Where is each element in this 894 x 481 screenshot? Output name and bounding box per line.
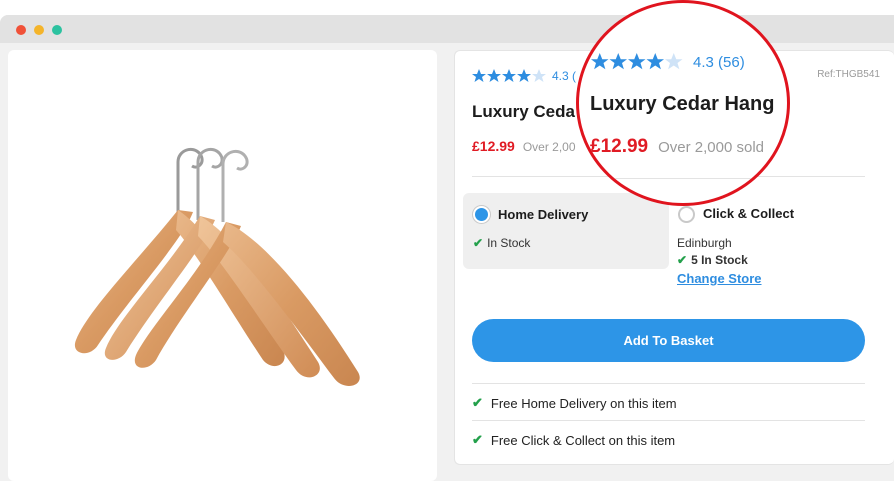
product-price: £12.99: [472, 138, 515, 154]
change-store-link[interactable]: Change Store: [677, 271, 762, 286]
home-delivery-radio[interactable]: [473, 206, 490, 223]
magnified-price-row: £12.99 Over 2,000 sold: [590, 136, 764, 158]
product-title: Luxury Ceda: [472, 102, 575, 121]
star-rating-icon: [472, 69, 546, 82]
home-stock-text: In Stock: [487, 236, 531, 250]
check-icon: ✔: [472, 395, 483, 410]
star-rating-icon: [591, 53, 683, 70]
product-image-panel: [8, 50, 437, 481]
feature-text: Free Home Delivery on this item: [490, 395, 677, 411]
sold-count: Over 2,00: [522, 140, 576, 154]
product-ref: Ref:THGB541: [817, 69, 880, 80]
magnified-sold-count: Over 2,000 sold: [658, 139, 765, 156]
check-icon: ✔: [677, 253, 688, 267]
divider: [579, 178, 787, 179]
magnified-rating-text: 4.3 (56): [693, 53, 745, 71]
click-collect-label: Click & Collect: [703, 206, 795, 221]
feature-item: ✔ Free Click & Collect on this item: [472, 432, 675, 448]
maximize-window-button[interactable]: [52, 25, 62, 35]
check-icon: ✔: [473, 236, 484, 250]
add-to-basket-button[interactable]: Add To Basket: [472, 319, 865, 362]
magnified-product-title: Luxury Cedar Hang: [590, 93, 775, 115]
check-icon: ✔: [472, 432, 483, 447]
rating-text: 4.3 (: [552, 69, 577, 83]
collect-stock-text: 5 In Stock: [691, 253, 748, 267]
home-delivery-option[interactable]: Home Delivery ✔ In Stock: [463, 193, 669, 269]
magnifier-callout: 4.3 (56) Luxury Cedar Hang £12.99 Over 2…: [576, 0, 790, 206]
divider: [472, 383, 865, 384]
collect-stock-status: ✔ 5 In Stock: [677, 253, 748, 267]
home-stock-status: ✔ In Stock: [473, 236, 530, 250]
wooden-hangers-image: [74, 147, 360, 386]
click-collect-radio[interactable]: [678, 206, 695, 223]
rating-row[interactable]: 4.3 (: [472, 69, 576, 83]
price-row: £12.99 Over 2,00: [472, 138, 576, 154]
feature-item: ✔ Free Home Delivery on this item: [472, 395, 677, 411]
divider: [472, 420, 865, 421]
close-window-button[interactable]: [16, 25, 26, 35]
magnified-price: £12.99: [590, 136, 649, 157]
collect-store-name: Edinburgh: [677, 236, 732, 250]
feature-text: Free Click & Collect on this item: [490, 432, 676, 448]
magnified-rating-row: 4.3 (56): [591, 53, 745, 71]
minimize-window-button[interactable]: [34, 25, 44, 35]
home-delivery-label: Home Delivery: [498, 207, 589, 222]
